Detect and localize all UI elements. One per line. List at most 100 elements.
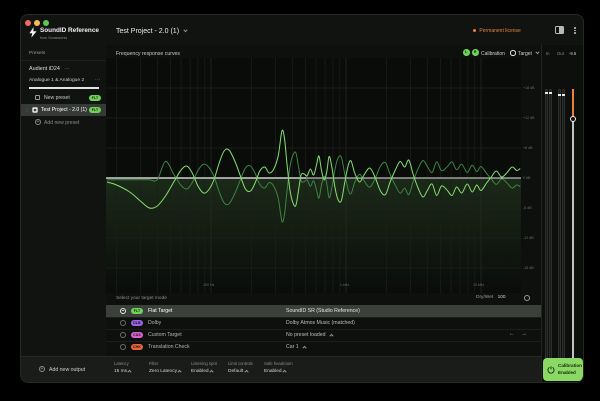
calibration-button-line2: Enabled [558,370,576,375]
drywet-knob-icon[interactable] [524,295,530,301]
soundid-bolt-logo-icon [29,27,37,38]
chevron-up-icon [303,346,307,350]
frequency-response-plot[interactable] [106,58,521,293]
license-dot-icon [473,29,476,32]
control-value: Enabled [264,369,286,374]
y-tick: +6 dB [523,146,533,150]
output-name-label: Analogue 1 & Analogue 2 [29,78,84,83]
in-meter-label: In [546,51,550,56]
target-name: Custom Target [148,332,182,338]
target-mode-label: Select your target mode [116,296,167,301]
target-row-flat[interactable]: FLT Flat Target SoundID SR (Studio Refer… [106,305,541,317]
radio-icon[interactable] [120,344,126,350]
zoom-window-button[interactable] [43,20,49,26]
speaker-icon [32,107,38,113]
target-value[interactable]: No preset loaded [286,332,333,338]
x-tick: 10 kHz [473,283,484,287]
control-label: Limit controls [228,361,253,366]
output-level-bar [29,87,99,89]
target-value[interactable]: Car 1 [286,344,306,350]
target-ring-icon [510,50,516,56]
target-name: Translation Check [148,344,190,350]
left-channel-badge[interactable]: L [463,49,470,56]
device-name-label: Audient iD24 [29,66,60,72]
target-row-dolby[interactable]: DLB Dolby Dolby Atmos Music (matched) [106,317,541,329]
sidebar-item-add-new-preset[interactable]: + Add new preset [21,116,106,128]
project-title-label: Test Project - 2.0 (1) [116,28,179,35]
gain-slider-track-lower [572,119,574,371]
chevron-up-icon [329,334,333,338]
target-row-custom[interactable]: CUS Custom Target No preset loaded ← → [106,329,541,341]
preset-drag-icon: ⋮ [25,107,29,112]
control-label: Latency [114,361,129,366]
target-row-translation-check[interactable]: CHK Translation Check Car 1 [106,341,541,353]
control-label: Filter [149,361,158,366]
chart-title: Frequency response curves [116,51,180,57]
license-status: Permanent license [473,28,521,34]
minimize-window-button[interactable] [34,20,40,26]
control-value: Default [228,369,248,374]
output-menu-icon[interactable]: ··· [95,77,100,83]
chk-badge: CHK [131,344,143,350]
peak-tick [558,94,561,96]
dlb-badge: DLB [131,320,143,326]
license-label: Permanent license [479,28,520,34]
sidebar-item-test-project[interactable]: ⋮ Test Project - 2.0 (1) FLT [21,104,106,116]
peak-tick [549,92,552,94]
radio-icon[interactable] [120,332,126,338]
out-meter-left [558,89,561,371]
control-value: Zero Latency [149,369,181,374]
sidebar: Presets Audient iD24 ··· Analogue 1 & An… [21,45,106,356]
flt-badge: FLT [89,95,101,101]
target-value-label: No preset loaded [286,332,326,338]
app-window: SoundID Reference from Sonarworks Test P… [20,14,584,383]
y-tick: -6 dB [523,206,532,210]
chevron-down-icon [536,49,540,53]
x-tick: 100 Hz [203,283,214,287]
in-meter-left [545,89,548,371]
radio-icon[interactable] [120,320,126,326]
control-value: 15 ms [114,369,131,374]
gain-slider-handle[interactable] [570,116,576,122]
drywet-control[interactable]: Dry/Wet 100 [476,295,506,300]
preset-label: New preset [44,95,70,101]
peak-tick [545,92,548,94]
add-preset-label: Add new preset [44,120,79,126]
toggle-sidebar-icon[interactable] [555,26,564,34]
brand-subtitle: from Sonarworks [40,36,67,40]
calibration-enabled-button[interactable]: Calibration Enabled [543,358,583,381]
calibration-button-line1: Calibration [558,363,582,368]
plus-icon: + [39,366,45,372]
presets-section-label: Presets [29,51,45,56]
gain-value: -9.6 [569,51,576,56]
radio-selected-icon[interactable] [120,308,126,314]
y-tick: 0 dB [523,176,530,180]
gain-slider-track-upper [572,89,574,119]
target-dropdown[interactable]: Target [518,51,539,57]
more-options-icon[interactable] [573,26,577,35]
target-name: Dolby [148,320,161,326]
flt-badge: FLT [131,308,143,314]
arrow-right-icon[interactable]: → [521,331,527,337]
target-value: SoundID SR (Studio Reference) [286,308,360,314]
meters-panel: In Out -9.6 ⇄ ◐ Calibration [541,45,584,383]
gain-slider[interactable] [571,89,575,371]
bottom-toolbar: + Add new output Latency 15 ms Filter Ze… [21,356,541,383]
preset-grid-icon [35,95,40,100]
control-label: Safe headroom [264,361,293,366]
x-tick: 1 kHz [340,283,349,287]
sidebar-item-new-preset[interactable]: New preset FLT [21,92,106,104]
peak-tick [562,94,565,96]
output-name[interactable]: Analogue 1 & Analogue 2 [29,78,84,83]
arrow-left-icon[interactable]: ← [509,331,515,337]
chevron-down-icon [183,28,187,32]
add-output-button[interactable]: + Add new output [39,364,109,378]
close-window-button[interactable] [25,20,31,26]
target-name: Flat Target [148,308,172,314]
plus-icon: + [35,119,41,125]
device-name[interactable]: Audient iD24 ··· [29,66,70,72]
right-channel-badge[interactable]: R [472,49,479,56]
drywet-value: 100 [498,295,506,300]
project-title[interactable]: Test Project - 2.0 (1) [116,28,187,35]
device-menu-icon[interactable]: ··· [64,66,69,72]
